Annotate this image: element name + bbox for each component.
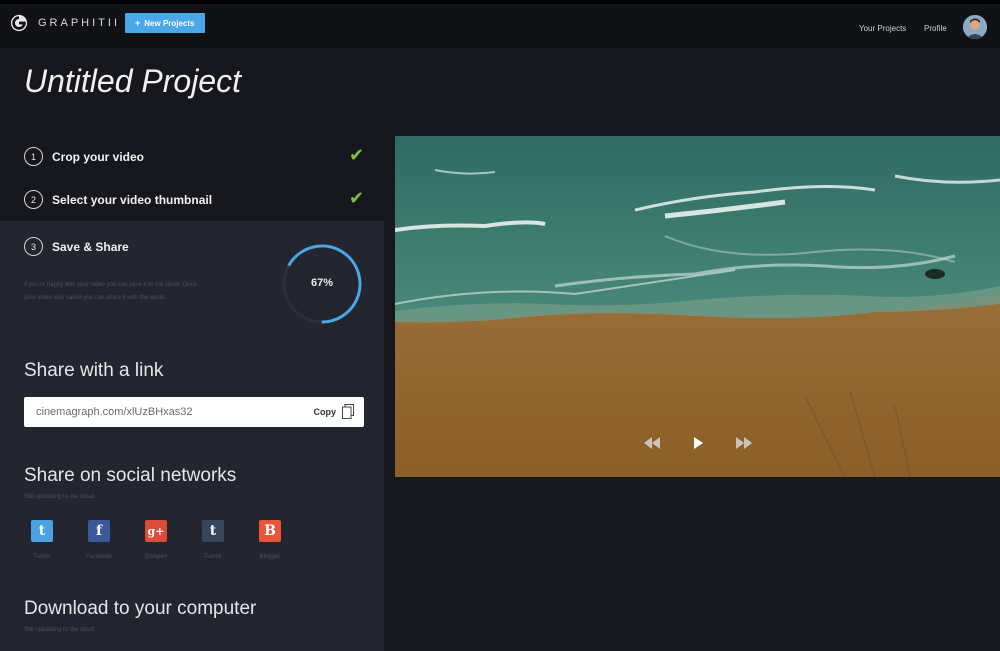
step-label: Select your video thumbnail (52, 192, 213, 207)
step-thumbnail[interactable]: 2 Select your video thumbnail (24, 190, 212, 209)
step-crop[interactable]: 1 Crop your video (24, 147, 144, 166)
avatar[interactable] (963, 15, 987, 39)
share-link-title: Share with a link (24, 360, 164, 381)
copy-button[interactable]: Copy (313, 404, 354, 419)
progress-percent: 67% (310, 277, 334, 289)
rewind-icon[interactable] (643, 436, 661, 450)
step-label: Crop your video (52, 149, 145, 164)
check-icon: ✔ (349, 145, 365, 165)
share-link-input[interactable] (36, 406, 286, 418)
social-subtitle: Still uploading to the cloud (24, 494, 95, 500)
play-icon[interactable] (689, 436, 707, 450)
blogger-icon: B (259, 520, 281, 542)
share-google-plus[interactable]: g+ Google+ (136, 520, 176, 560)
new-project-button[interactable]: + New Projects (125, 13, 205, 33)
copy-icon (342, 404, 354, 419)
google-plus-icon: g+ (145, 520, 167, 542)
social-label: Google+ (144, 554, 168, 560)
step-number: 2 (24, 190, 43, 209)
share-blogger[interactable]: B Blogger (250, 520, 290, 560)
social-label: Facebook (85, 554, 113, 560)
avatar-image (963, 15, 987, 39)
check-icon: ✔ (349, 188, 365, 208)
share-twitter[interactable]: t Twitter (22, 520, 62, 560)
video-preview[interactable] (395, 136, 1000, 477)
logo-icon (10, 14, 28, 32)
video-frame-image (395, 136, 1000, 477)
nav-your-projects[interactable]: Your Projects (859, 24, 906, 33)
save-description: If you're happy with your video you can … (24, 282, 197, 301)
social-label: Twitter (33, 554, 51, 560)
nav-profile[interactable]: Profile (924, 24, 947, 33)
share-facebook[interactable]: f Facebook (79, 520, 119, 560)
facebook-icon: f (88, 520, 110, 542)
fast-forward-icon[interactable] (735, 436, 753, 450)
top-bar: GRAPHITII + New Projects Your Projects P… (0, 0, 1000, 48)
page-title: Untitled Project (24, 63, 241, 99)
social-label: Tumblr (203, 554, 223, 560)
new-project-label: New Projects (144, 18, 195, 28)
share-link-box: Copy (24, 397, 364, 427)
social-title: Share on social networks (24, 465, 237, 486)
download-subtitle: Still uploading to the cloud (24, 627, 95, 633)
logo[interactable]: GRAPHITII (10, 14, 120, 32)
step-number: 3 (24, 237, 43, 256)
twitter-icon: t (31, 520, 53, 542)
social-label: Blogger (259, 554, 281, 560)
download-title: Download to your computer (24, 598, 257, 619)
brand-name: GRAPHITII (38, 17, 121, 29)
step-label: Save & Share (52, 239, 129, 254)
step-number: 1 (24, 147, 43, 166)
plus-icon: + (135, 18, 141, 28)
video-controls (395, 436, 1000, 450)
share-tumblr[interactable]: t Tumblr (193, 520, 233, 560)
step-save-share[interactable]: 3 Save & Share (24, 237, 129, 256)
copy-label: Copy (313, 406, 337, 417)
tumblr-icon: t (202, 520, 224, 542)
